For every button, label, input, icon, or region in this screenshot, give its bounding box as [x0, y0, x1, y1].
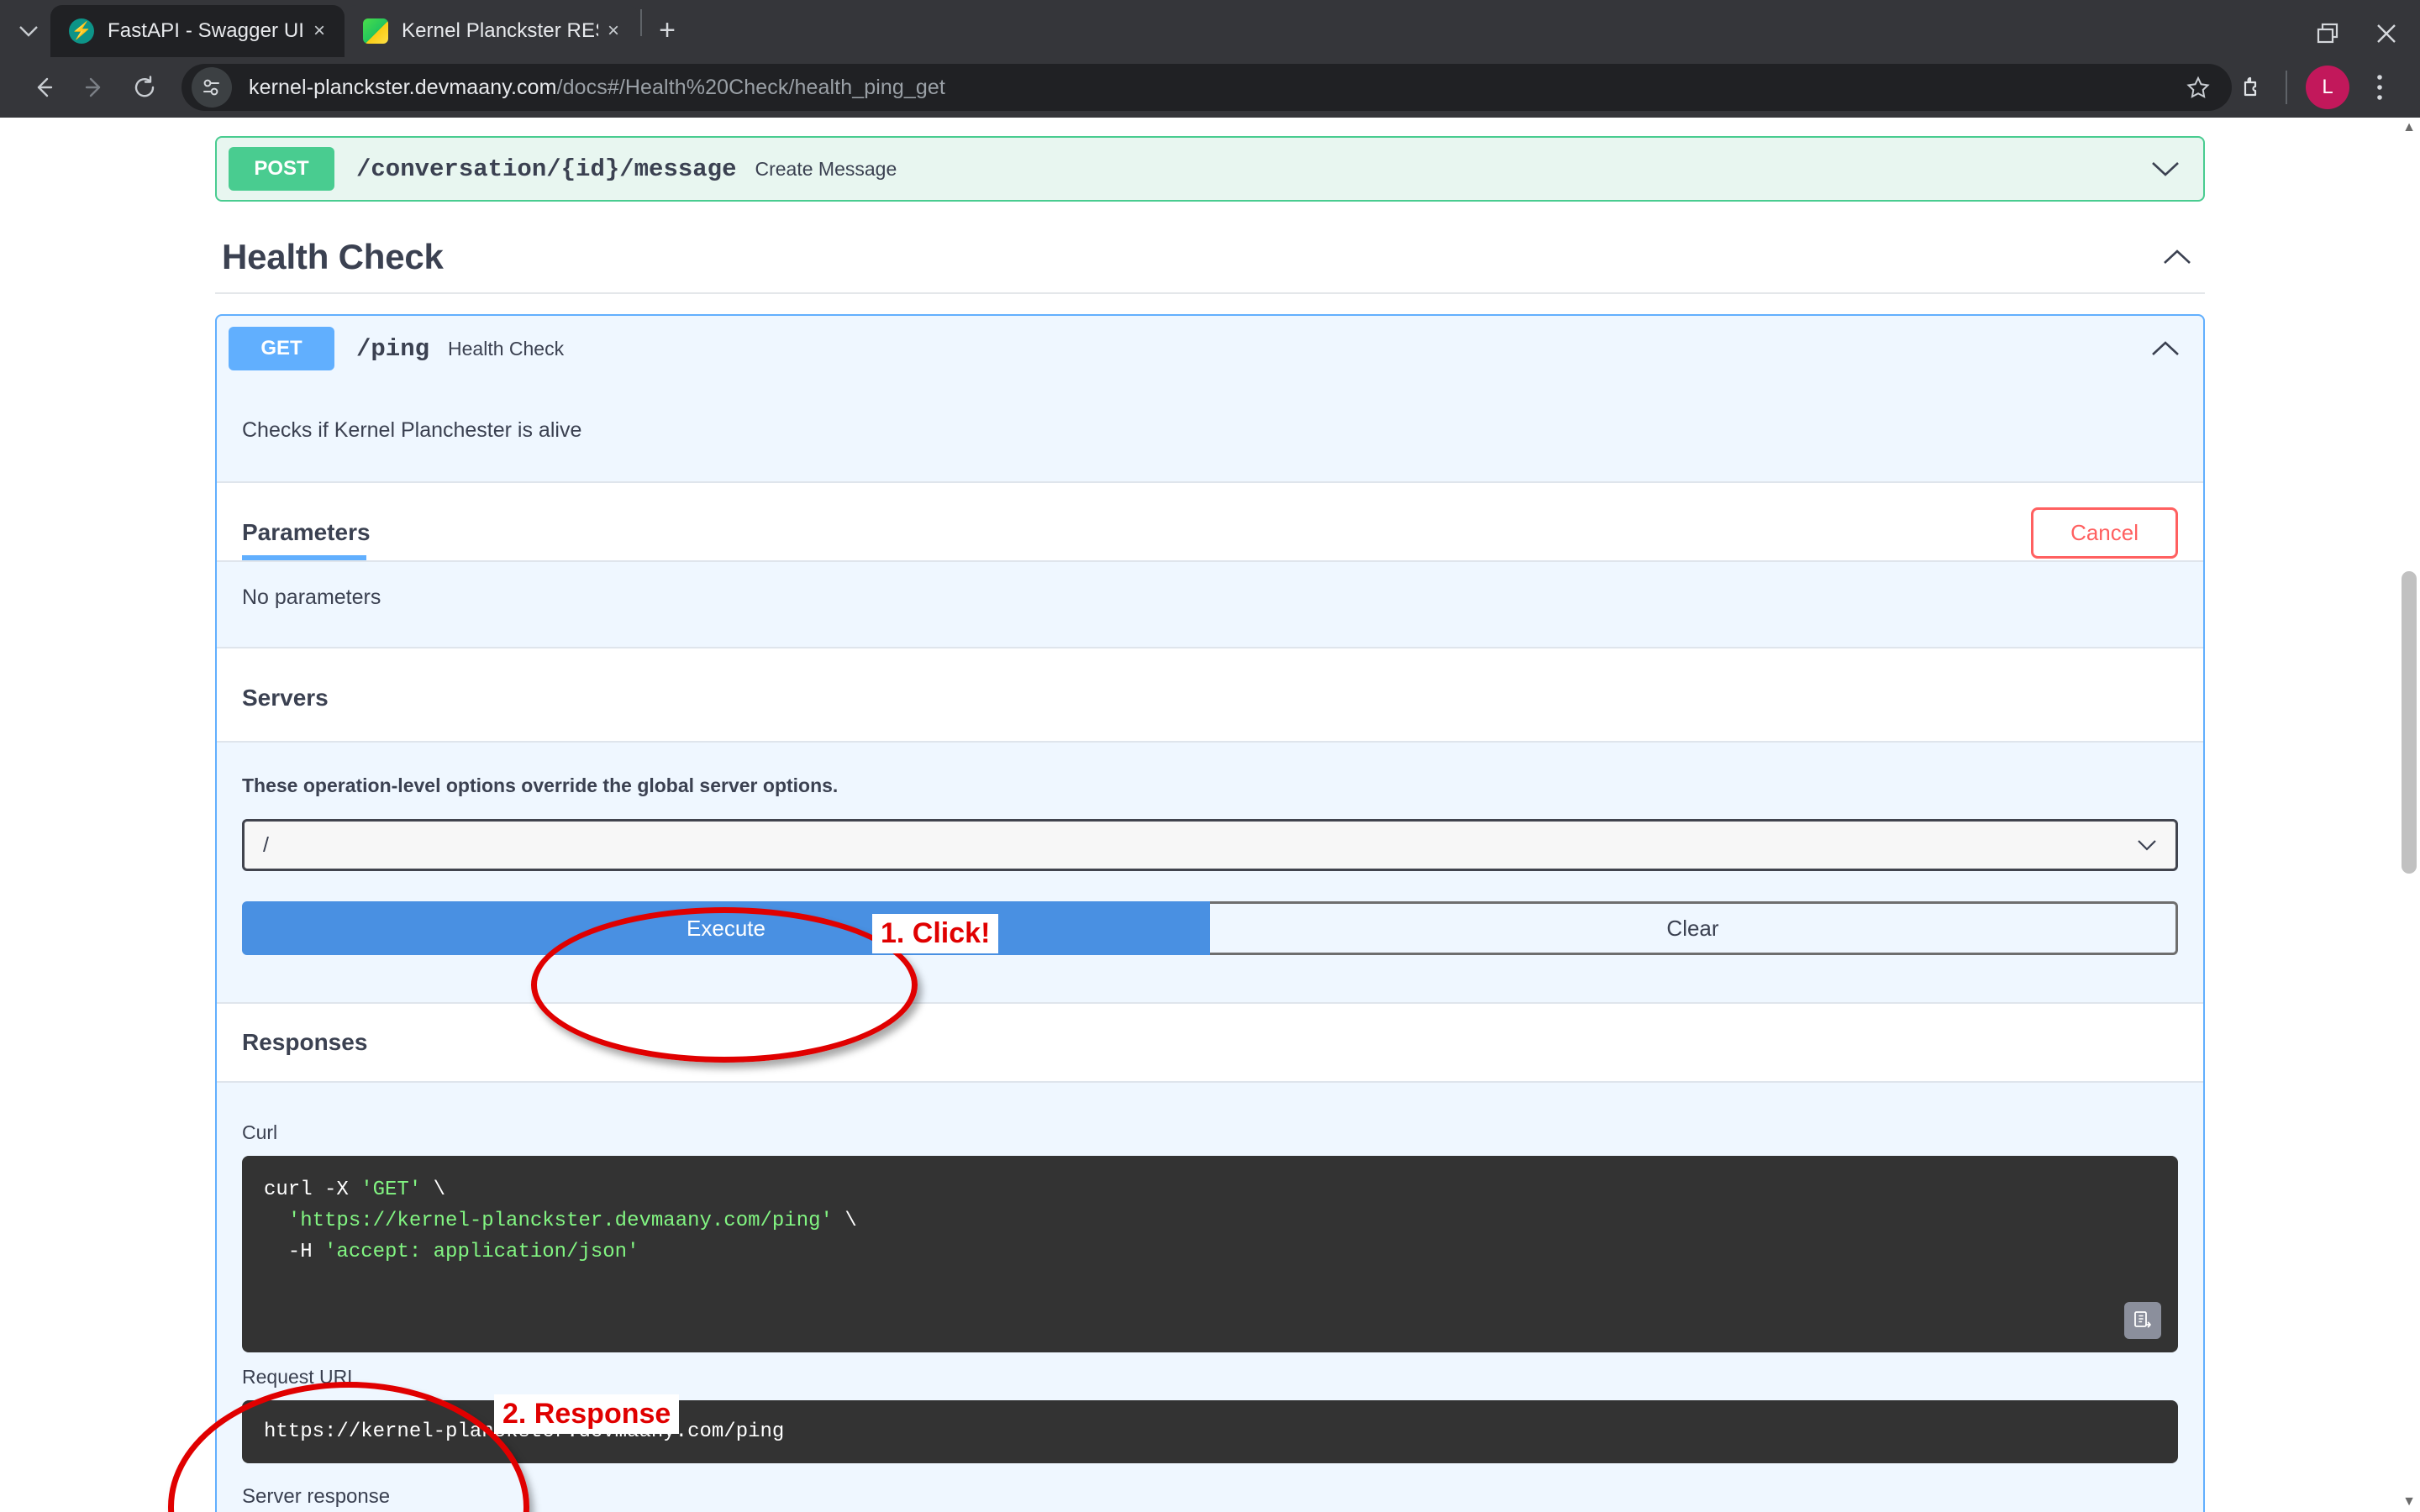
tab-divider [640, 9, 642, 36]
servers-title: Servers [242, 685, 329, 711]
servers-body: These operation-level options override t… [217, 741, 2203, 1002]
restore-window-icon[interactable] [2316, 22, 2339, 45]
table-header-row: Code Details [242, 1509, 2178, 1512]
tag-header[interactable]: Health Check [215, 237, 2205, 294]
back-button[interactable] [18, 62, 69, 113]
endpoint-path: /ping [356, 334, 430, 363]
scrollbar[interactable]: ▲ ▼ [2398, 118, 2420, 1512]
browser-toolbar: kernel-planckster.devmaany.com/docs#/Hea… [0, 57, 2420, 118]
click-annotation-label: 1. Click! [872, 914, 999, 953]
servers-note: These operation-level options override t… [242, 774, 839, 796]
curl-url: 'https://kernel-planckster.devmaany.com/… [287, 1210, 833, 1233]
responses-section-header: Responses [217, 1002, 2203, 1081]
curl-label: Curl [242, 1121, 278, 1143]
server-select-value: / [263, 832, 269, 857]
close-window-icon[interactable] [2375, 22, 2398, 45]
url-path: /docs#/Health%20Check/health_ping_get [556, 75, 945, 99]
scroll-down-icon[interactable]: ▼ [2402, 1494, 2416, 1509]
new-tab-button[interactable]: + [644, 7, 691, 54]
server-response-label: Server response [242, 1484, 391, 1508]
window-controls [2316, 22, 2420, 45]
response-annotation-label: 2. Response [494, 1394, 680, 1434]
scroll-up-icon[interactable]: ▲ [2402, 120, 2416, 134]
page-title: Health Check [222, 237, 444, 276]
three-dot-menu-icon[interactable] [2358, 66, 2402, 109]
scrollbar-thumb[interactable] [2402, 571, 2417, 874]
swagger-ui-content: POST /conversation/{id}/message Create M… [0, 136, 2420, 1512]
copy-to-clipboard-icon[interactable] [2124, 1301, 2161, 1339]
endpoint-summary-text: Health Check [448, 337, 565, 360]
endpoint-description: Checks if Kernel Planchester is alive [242, 418, 582, 442]
chevron-down-icon [2137, 839, 2157, 851]
parameters-title: Parameters [242, 519, 371, 545]
arrow-left-icon [37, 77, 53, 97]
toolbar-divider [2286, 71, 2287, 104]
endpoint-path: /conversation/{id}/message [356, 155, 737, 183]
http-method-badge: GET [229, 327, 334, 370]
fastapi-icon: ⚡ [69, 18, 94, 44]
endpoint-body: Checks if Kernel Planchester is alive Pa… [217, 381, 2203, 1512]
curl-header-prefix: -H [264, 1241, 325, 1264]
bookmark-star-icon[interactable] [2176, 66, 2220, 109]
responses-title: Responses [242, 1029, 368, 1055]
parameters-empty-row: No parameters [217, 560, 2203, 647]
servers-header: Servers [217, 648, 2203, 726]
note-icon [363, 18, 388, 44]
tab-title: FastAPI - Swagger UI [108, 19, 304, 42]
reload-icon [134, 76, 155, 97]
close-icon[interactable]: × [304, 16, 334, 46]
clear-button[interactable]: Clear [1210, 901, 2178, 955]
reload-button[interactable] [119, 62, 170, 113]
endpoint-summary[interactable]: POST /conversation/{id}/message Create M… [217, 138, 2203, 200]
chevron-down-icon [19, 26, 38, 37]
chevron-down-icon[interactable] [2151, 160, 2180, 177]
url-host: kernel-planckster.devmaany.com [249, 75, 557, 99]
request-url-label: Request URL [242, 1365, 359, 1388]
parameters-header: Parameters Cancel [217, 483, 2203, 560]
server-response-table: Code Details 200 Response body [ "pong" … [217, 1509, 2203, 1512]
curl-code-block: curl -X 'GET' \ 'https://kernel-planckst… [242, 1156, 2178, 1352]
action-buttons-row: Execute Clear [217, 901, 2203, 955]
curl-method: 'GET' [360, 1179, 422, 1201]
parameters-tab-indicator [242, 555, 366, 560]
chevron-up-icon[interactable] [2163, 249, 2191, 265]
http-method-badge: POST [229, 147, 334, 191]
tab-strip: ⚡ FastAPI - Swagger UI × Kernel Planckst… [0, 0, 2420, 57]
endpoint-post-conversation-message[interactable]: POST /conversation/{id}/message Create M… [215, 136, 2205, 202]
cancel-button[interactable]: Cancel [2031, 507, 2178, 559]
forward-button[interactable] [69, 62, 119, 113]
endpoint-summary[interactable]: GET /ping Health Check [217, 316, 2203, 381]
tag-section-health-check: Health Check GET /ping Health Check Chec… [215, 237, 2205, 1512]
server-select[interactable]: / [242, 819, 2178, 871]
parameters-section: Parameters Cancel [217, 481, 2203, 560]
execute-button[interactable]: Execute [242, 901, 1210, 955]
browser-window: ⚡ FastAPI - Swagger UI × Kernel Planckst… [0, 0, 2420, 1512]
avatar[interactable]: L [2306, 66, 2349, 109]
chevron-up-icon[interactable] [2151, 340, 2180, 357]
no-parameters-text: No parameters [242, 585, 381, 609]
curl-header-value: 'accept: application/json' [324, 1241, 639, 1264]
page-viewport: POST /conversation/{id}/message Create M… [0, 118, 2420, 1512]
curl-cont-2: \ [832, 1210, 857, 1233]
endpoint-summary-text: Create Message [755, 157, 897, 180]
curl-line-1: curl -X [264, 1179, 361, 1201]
tab-fastapi-swagger-ui[interactable]: ⚡ FastAPI - Swagger UI × [50, 5, 345, 57]
tab-search-button[interactable] [7, 10, 50, 54]
arrow-right-icon [85, 77, 101, 97]
tab-title: Kernel Planckster REST [402, 19, 598, 42]
endpoint-get-ping: GET /ping Health Check Checks if Kernel … [215, 314, 2205, 1512]
address-bar[interactable]: kernel-planckster.devmaany.com/docs#/Hea… [182, 64, 2232, 111]
servers-section: Servers [217, 647, 2203, 741]
curl-cont-1: \ [421, 1179, 446, 1201]
close-icon[interactable]: × [598, 16, 629, 46]
url-text: kernel-planckster.devmaany.com/docs#/Hea… [249, 76, 2176, 100]
extensions-puzzle-icon[interactable] [2232, 66, 2275, 109]
site-settings-icon[interactable] [192, 67, 232, 108]
tab-kernel-planckster-rest[interactable]: Kernel Planckster REST × [345, 5, 639, 57]
